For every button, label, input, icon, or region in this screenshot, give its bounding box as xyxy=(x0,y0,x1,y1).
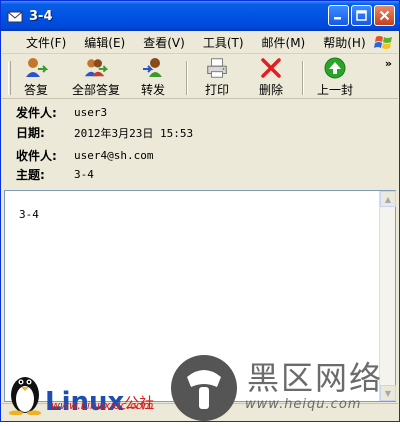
forward-button[interactable]: 转发 xyxy=(141,57,165,98)
printer-icon xyxy=(205,57,229,79)
date-row: 日期: 2012年3月23日 15:53 xyxy=(16,124,193,141)
forward-label: 转发 xyxy=(141,83,166,97)
reply-all-label: 全部答复 xyxy=(72,83,121,97)
menu-help[interactable]: 帮助(H) xyxy=(323,34,365,51)
toolbar-separator xyxy=(186,61,188,95)
forward-person-icon xyxy=(141,57,165,79)
tux-penguin-icon xyxy=(9,377,41,415)
toolbar: 答复 全部答复 转发 打印 删除 上一封 » xyxy=(2,55,398,99)
green-up-arrow-icon xyxy=(323,57,347,79)
date-value: 2012年3月23日 15:53 xyxy=(74,126,194,140)
maximize-button[interactable] xyxy=(351,5,372,26)
reply-button[interactable]: 答复 xyxy=(24,57,48,98)
message-window: 3-4 文件(F) 编辑(E) 查看(V) 工具(T) 邮件(M) 帮助(H) xyxy=(0,0,400,422)
email-envelope-icon xyxy=(7,9,23,23)
reply-all-people-icon xyxy=(84,57,108,79)
linux-watermark: Linux 公社 www.Linuxidc.com xyxy=(5,369,154,415)
minimize-icon xyxy=(334,17,341,20)
watermark-url-right: www.heiqu.com xyxy=(245,397,362,412)
menu-edit[interactable]: 编辑(E) xyxy=(84,34,125,51)
title-bar[interactable]: 3-4 xyxy=(1,1,399,31)
to-row: 收件人: user4@sh.com xyxy=(16,147,153,164)
delete-label: 删除 xyxy=(259,83,284,97)
heiqu-logo-icon xyxy=(171,355,237,421)
red-x-icon xyxy=(259,57,283,79)
message-headers: 发件人: user3 日期: 2012年3月23日 15:53 收件人: use… xyxy=(2,100,398,188)
toolbar-separator xyxy=(302,61,304,95)
menu-message[interactable]: 邮件(M) xyxy=(262,34,306,51)
subject-label: 主题: xyxy=(16,168,45,182)
date-label: 日期: xyxy=(16,126,45,140)
to-label: 收件人: xyxy=(16,149,57,163)
reply-label: 答复 xyxy=(24,83,49,97)
watermark-brand-cn: 黑区网络 xyxy=(247,359,384,397)
watermark-url: www.Linuxidc.com xyxy=(51,399,154,412)
close-button[interactable] xyxy=(374,5,395,26)
heiqu-watermark: 黑区网络 www.heiqu.com xyxy=(169,353,381,426)
print-button[interactable]: 打印 xyxy=(205,57,229,98)
reply-all-button[interactable]: 全部答复 xyxy=(72,57,120,98)
previous-button[interactable]: 上一封 xyxy=(317,57,353,98)
print-label: 打印 xyxy=(205,83,230,97)
from-row: 发件人: user3 xyxy=(16,104,107,121)
from-label: 发件人: xyxy=(16,106,57,120)
delete-button[interactable]: 删除 xyxy=(259,57,283,98)
reply-person-icon xyxy=(24,57,48,79)
scroll-up-button[interactable]: ▲ xyxy=(380,191,396,207)
window-title: 3-4 xyxy=(29,8,53,24)
to-value: user4@sh.com xyxy=(74,149,154,162)
toolbar-grip[interactable] xyxy=(8,61,11,95)
toolbar-overflow-button[interactable]: » xyxy=(385,57,392,70)
subject-row: 主题: 3-4 xyxy=(16,166,94,183)
menu-tools[interactable]: 工具(T) xyxy=(203,34,244,51)
message-body-text: 3-4 xyxy=(19,208,39,221)
from-value: user3 xyxy=(74,106,108,119)
menu-file[interactable]: 文件(F) xyxy=(26,34,66,51)
maximize-icon xyxy=(356,10,367,21)
windows-logo-icon xyxy=(374,33,394,53)
previous-label: 上一封 xyxy=(317,83,354,97)
minimize-button[interactable] xyxy=(328,5,349,26)
menu-view[interactable]: 查看(V) xyxy=(143,34,185,51)
close-icon xyxy=(379,10,390,21)
subject-value: 3-4 xyxy=(74,168,94,181)
menu-bar: 文件(F) 编辑(E) 查看(V) 工具(T) 邮件(M) 帮助(H) xyxy=(2,32,398,54)
